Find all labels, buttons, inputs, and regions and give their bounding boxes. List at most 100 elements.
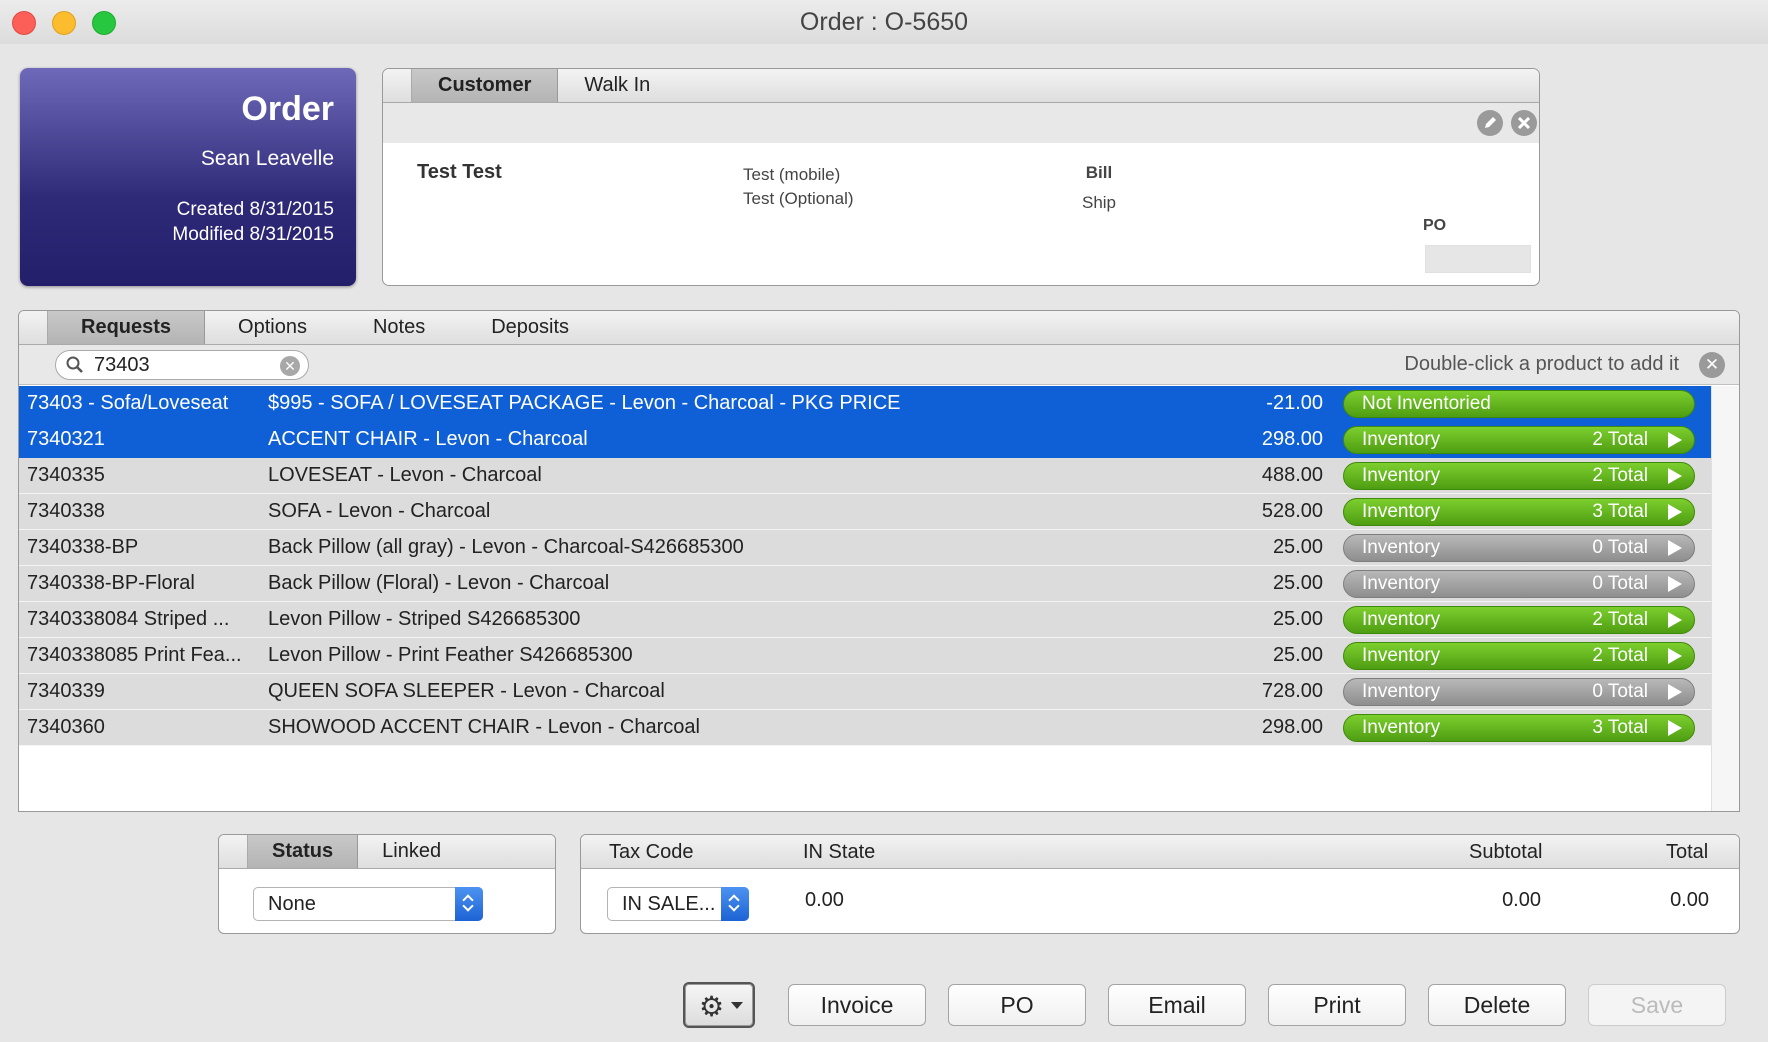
save-button[interactable]: Save xyxy=(1588,984,1726,1026)
inventory-status-pill[interactable]: Inventory 0 Total xyxy=(1343,678,1695,706)
print-button[interactable]: Print xyxy=(1268,984,1406,1026)
minimize-window-button[interactable] xyxy=(52,11,76,35)
search-icon xyxy=(66,356,83,373)
window-title: Order : O-5650 xyxy=(799,8,969,36)
tax-code-select[interactable]: IN SALE... xyxy=(607,887,749,921)
product-description: $995 - SOFA / LOVESEAT PACKAGE - Levon -… xyxy=(268,392,901,414)
inventory-status-pill[interactable]: Inventory 3 Total xyxy=(1343,498,1695,526)
delete-button[interactable]: Delete xyxy=(1428,984,1566,1026)
total-label: Total xyxy=(1666,841,1709,863)
product-sku: 7340338085 Print Fea... xyxy=(27,644,242,666)
inventory-status-label: Inventory xyxy=(1362,645,1441,666)
product-row[interactable]: 7340338 SOFA - Levon - Charcoal 528.00 Inve… xyxy=(19,494,1711,530)
inventory-status-pill[interactable]: Not Inventoried xyxy=(1343,390,1695,418)
product-price: 528.00 xyxy=(1261,500,1323,522)
tab-notes[interactable]: Notes xyxy=(340,311,458,344)
product-description: SOFA - Levon - Charcoal xyxy=(268,500,491,522)
product-price: 25.00 xyxy=(1272,536,1323,558)
product-row[interactable]: 7340335 LOVESEAT - Levon - Charcoal 488.00… xyxy=(19,458,1711,494)
edit-customer-button[interactable] xyxy=(1477,110,1503,136)
tab-customer[interactable]: Customer xyxy=(411,69,559,102)
play-arrow-icon[interactable] xyxy=(1668,648,1682,664)
subtotal-label: Subtotal xyxy=(1469,841,1543,863)
tab-status[interactable]: Status xyxy=(247,835,359,868)
close-search-icon[interactable]: ✕ xyxy=(1699,352,1725,378)
product-row[interactable]: 7340338084 Striped ... Levon Pillow - Str… xyxy=(19,602,1711,638)
product-description: Levon Pillow - Print Feather S426685300 xyxy=(268,644,633,666)
select-stepper-icon xyxy=(721,887,749,921)
product-row[interactable]: 7340338-BP Back Pillow (all gray) - Levon… xyxy=(19,530,1711,566)
status-select-value: None xyxy=(268,893,316,915)
inventory-status-pill[interactable]: Inventory 3 Total xyxy=(1343,714,1695,742)
product-search-input[interactable] xyxy=(94,353,264,377)
product-row[interactable]: 7340338-BP-Floral Back Pillow (Floral) - … xyxy=(19,566,1711,602)
play-arrow-icon[interactable] xyxy=(1668,432,1682,448)
play-arrow-icon[interactable] xyxy=(1668,504,1682,520)
inventory-status-pill[interactable]: Inventory 0 Total xyxy=(1343,534,1695,562)
product-description: Back Pillow (all gray) - Levon - Charcoa… xyxy=(268,536,744,558)
totals-panel: Tax Code IN State Subtotal Total IN SALE… xyxy=(580,834,1740,934)
pencil-icon xyxy=(1485,117,1496,128)
inventory-status-label: Inventory xyxy=(1362,501,1441,522)
po-button[interactable]: PO xyxy=(948,984,1086,1026)
subtotal-value: 0.00 xyxy=(1502,889,1541,911)
product-row[interactable]: 7340339 QUEEN SOFA SLEEPER - Levon - Char… xyxy=(19,674,1711,710)
product-search-bar: ✕ Double-click a product to add it ✕ xyxy=(19,345,1739,385)
product-sku: 7340339 xyxy=(27,680,105,702)
inventory-status-pill[interactable]: Inventory 2 Total xyxy=(1343,462,1695,490)
invoice-button[interactable]: Invoice xyxy=(788,984,926,1026)
inventory-status-pill[interactable]: Inventory 2 Total xyxy=(1343,606,1695,634)
product-search-box[interactable]: ✕ xyxy=(55,350,309,380)
tab-linked[interactable]: Linked xyxy=(358,835,465,868)
product-sku: 7340360 xyxy=(27,716,105,738)
created-date: Created 8/31/2015 xyxy=(176,199,334,220)
close-window-button[interactable] xyxy=(12,11,36,35)
inventory-total: 2 Total xyxy=(1592,609,1648,630)
inventory-total: 3 Total xyxy=(1592,501,1648,522)
product-price: 25.00 xyxy=(1272,608,1323,630)
phone-mobile: Test (mobile) xyxy=(743,165,841,184)
product-row[interactable]: 7340321 ACCENT CHAIR - Levon - Charcoal 29… xyxy=(19,422,1711,458)
product-results-list: 73403 - Sofa/Loveseat $995 - SOFA / LOVES… xyxy=(19,386,1711,746)
play-arrow-icon[interactable] xyxy=(1668,720,1682,736)
clear-search-icon[interactable]: ✕ xyxy=(280,356,300,376)
play-arrow-icon[interactable] xyxy=(1668,576,1682,592)
remove-customer-button[interactable] xyxy=(1511,110,1537,136)
product-sku: 7340338-BP xyxy=(27,536,139,558)
bill-address-link[interactable]: Bill xyxy=(1069,163,1129,183)
tab-options[interactable]: Options xyxy=(205,311,340,344)
inventory-status-pill[interactable]: Inventory 0 Total xyxy=(1343,570,1695,598)
ship-address-link[interactable]: Ship xyxy=(1069,193,1129,213)
po-field[interactable] xyxy=(1425,245,1531,273)
gear-menu-button[interactable]: ⚙ xyxy=(683,982,755,1028)
chevron-down-icon xyxy=(731,1002,743,1009)
zoom-window-button[interactable] xyxy=(92,11,116,35)
play-arrow-icon[interactable] xyxy=(1668,612,1682,628)
product-sku: 7340338-BP-Floral xyxy=(27,572,195,594)
product-sku: 7340338 xyxy=(27,500,105,522)
play-arrow-icon[interactable] xyxy=(1668,684,1682,700)
status-tabs: Status Linked xyxy=(219,835,555,869)
inventory-status-label: Inventory xyxy=(1362,717,1441,738)
order-summary-card: Order Sean Leavelle Created 8/31/2015 Mo… xyxy=(20,68,356,286)
close-icon xyxy=(1517,116,1531,130)
results-scrollbar[interactable] xyxy=(1711,386,1739,811)
inventory-total: 0 Total xyxy=(1592,537,1648,558)
email-button[interactable]: Email xyxy=(1108,984,1246,1026)
tab-requests[interactable]: Requests xyxy=(47,311,206,344)
product-row[interactable]: 7340338085 Print Fea... Levon Pillow - Pr… xyxy=(19,638,1711,674)
customer-tabs: Customer Walk In xyxy=(383,69,1539,103)
tab-walk-in[interactable]: Walk In xyxy=(558,69,676,102)
inventory-status-pill[interactable]: Inventory 2 Total xyxy=(1343,642,1695,670)
status-select[interactable]: None xyxy=(253,887,483,921)
play-arrow-icon[interactable] xyxy=(1668,540,1682,556)
tab-deposits[interactable]: Deposits xyxy=(458,311,602,344)
product-sku: 73403 - Sofa/Loveseat xyxy=(27,392,229,414)
product-row[interactable]: 7340360 SHOWOOD ACCENT CHAIR - Levon - Ch… xyxy=(19,710,1711,746)
product-sku: 7340321 xyxy=(27,428,105,450)
customer-panel: Customer Walk In Test Test Test (mobile)… xyxy=(382,68,1540,286)
product-row[interactable]: 73403 - Sofa/Loveseat $995 - SOFA / LOVES… xyxy=(19,386,1711,422)
order-card-title: Order xyxy=(241,90,334,128)
play-arrow-icon[interactable] xyxy=(1668,468,1682,484)
inventory-status-pill[interactable]: Inventory 2 Total xyxy=(1343,426,1695,454)
